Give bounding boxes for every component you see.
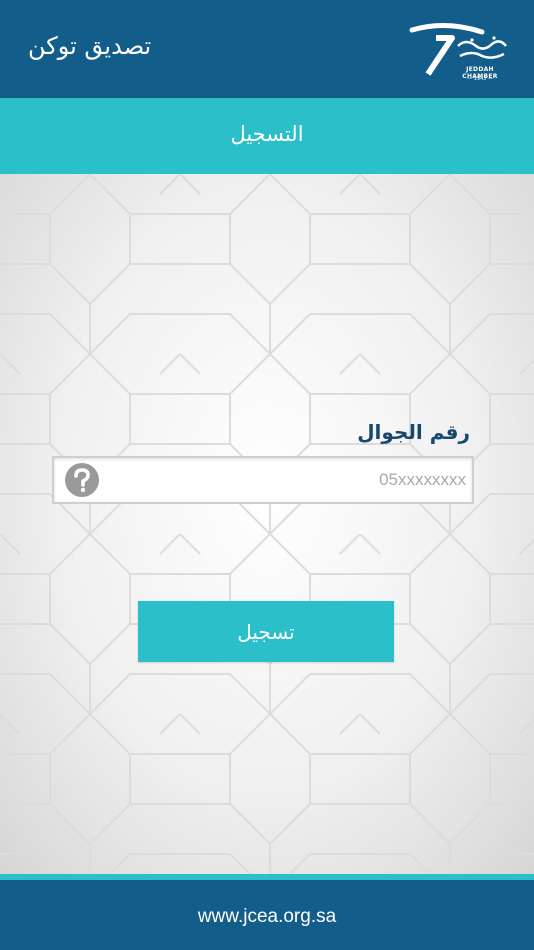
footer: www.jcea.org.sa xyxy=(0,874,534,950)
phone-input[interactable] xyxy=(110,458,466,502)
register-button[interactable]: تسجيل xyxy=(138,601,394,662)
geometric-pattern xyxy=(0,174,534,874)
app-title: تصديق توكن xyxy=(28,32,152,60)
phone-label: رقم الجوال xyxy=(357,420,470,444)
question-mark-icon[interactable] xyxy=(64,462,100,498)
logo-year: — 1943 — xyxy=(467,76,493,82)
top-bar: تصديق توكن JEDDAH CHAMBER — 1943 — xyxy=(0,0,534,98)
section-title: التسجيل xyxy=(230,122,304,146)
section-header: التسجيل xyxy=(0,98,534,174)
background-pattern xyxy=(0,174,534,874)
footer-website-link[interactable]: www.jcea.org.sa xyxy=(0,906,534,928)
phone-field[interactable] xyxy=(52,456,474,504)
